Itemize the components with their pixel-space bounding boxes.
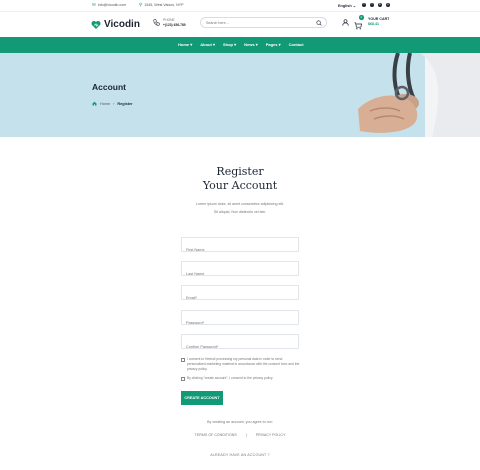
nav-label: Home (178, 42, 190, 47)
phone-text: PHONE +(123) 456-789 (163, 18, 186, 27)
last-name-field (181, 261, 299, 281)
phone-icon (153, 19, 160, 26)
page-title: Account (92, 82, 126, 92)
nav-item-pages[interactable]: Pages ▾ (266, 42, 281, 47)
privacy-policy-link[interactable]: PRIVACY POLICY (256, 433, 286, 437)
shopping-cart-icon (354, 22, 363, 30)
email-input[interactable] (182, 291, 298, 305)
location-pin-icon: ⚲ (139, 2, 143, 7)
already-have-account-link[interactable]: ALREADY HAVE AN ACCOUNT ? (0, 453, 480, 457)
consent-checkbox[interactable] (181, 357, 185, 362)
register-title: Register Your Account (0, 165, 480, 193)
register-subtitle-line2: Sit aliquid, Non distinctio vel iste. (213, 210, 267, 214)
search-icon[interactable] (316, 20, 322, 26)
confirm-password-field (181, 334, 299, 354)
nav-item-about[interactable]: About ▾ (200, 42, 215, 47)
nav-label: Shop (222, 42, 233, 47)
social-links: f t in p (362, 2, 390, 7)
register-subtitle: Lorem ipsum dolor, sit amet consectetur … (180, 200, 300, 216)
phone-number: +(123) 456-789 (163, 22, 186, 27)
register-title-line2: Your Account (202, 179, 278, 192)
nav-label: About (200, 42, 212, 47)
main-header: Vicodin PHONE +(123) 456-789 2 (0, 12, 480, 37)
twitter-icon[interactable]: t (370, 2, 374, 7)
terms-link[interactable]: TERMS OF CONDITIONS (195, 433, 237, 437)
logo-text: Vicodin (104, 19, 140, 30)
nav-label: Contact (288, 42, 304, 47)
terms-separator: | (245, 433, 247, 437)
first-name-input[interactable] (182, 243, 298, 257)
chevron-down-icon: ▾ (278, 42, 281, 47)
register-subtitle-line1: Lorem ipsum dolor, sit amet consectetur … (195, 202, 285, 206)
privacy-checkbox-row: By clicking "create account", I consent … (181, 376, 301, 381)
facebook-icon[interactable]: f (362, 2, 366, 7)
nav-item-news[interactable]: News ▾ (244, 42, 258, 47)
email-field (181, 285, 299, 305)
breadcrumb-separator-icon: › (113, 101, 115, 106)
nav-label: Pages (265, 42, 278, 47)
mail-icon: ✉ (92, 2, 96, 7)
main-nav: Home ▾ About ▾ Shop ▾ News ▾ Pages ▾ Con… (0, 37, 480, 53)
cart[interactable]: 2 YOUR CART $68.41 (354, 15, 389, 30)
header-phone[interactable]: PHONE +(123) 456-789 (153, 18, 186, 27)
linkedin-icon[interactable]: in (378, 2, 382, 7)
nav-label: News (244, 42, 255, 47)
phone-label: PHONE (163, 18, 175, 22)
doctor-stethoscope-image (358, 53, 480, 137)
last-name-input[interactable] (182, 267, 298, 281)
language-selector[interactable]: English ⌄ (338, 3, 356, 8)
user-icon[interactable] (342, 19, 349, 26)
heart-logo-icon (91, 20, 101, 29)
chevron-down-icon: ▾ (255, 42, 258, 47)
top-bar: ✉ info@vicodin.com ⚲ 1545, West Vaison, … (0, 0, 480, 12)
breadcrumb-home[interactable]: Home (100, 102, 110, 106)
password-field (181, 310, 299, 330)
home-icon (92, 101, 97, 106)
cart-icon-wrap: 2 (354, 15, 364, 30)
agree-text: By creating an account, you agree to our… (207, 420, 273, 424)
breadcrumb: Home › Register (92, 101, 133, 106)
nav-item-home[interactable]: Home ▾ (178, 42, 192, 47)
chevron-down-icon: ▾ (234, 42, 237, 47)
consent-checkbox-row: I consent to Herboil processing my perso… (181, 357, 301, 373)
privacy-text: By clicking "create account", I consent … (187, 376, 274, 380)
terms-links: TERMS OF CONDITIONS | PRIVACY POLICY (0, 433, 480, 437)
consent-text: I consent to Herboil processing my perso… (187, 357, 300, 372)
cart-count-badge: 2 (359, 15, 364, 20)
create-account-button[interactable]: CREATE ACCOUNT (181, 391, 223, 405)
top-email[interactable]: ✉ info@vicodin.com (92, 2, 127, 8)
nav-item-shop[interactable]: Shop ▾ (223, 42, 236, 47)
chevron-down-icon: ▾ (190, 42, 193, 47)
register-title-line1: Register (216, 165, 264, 178)
nav-item-contact[interactable]: Contact (289, 42, 304, 47)
search-box (200, 17, 327, 28)
search-input[interactable] (206, 19, 306, 27)
top-email-text: info@vicodin.com (97, 3, 127, 8)
page-hero: Account Home › Register (0, 53, 480, 137)
breadcrumb-current: Register (117, 101, 133, 106)
logo[interactable]: Vicodin (91, 19, 140, 30)
cart-text: YOUR CART $68.41 (368, 17, 389, 26)
language-label: English (338, 4, 352, 8)
password-input[interactable] (182, 316, 298, 330)
first-name-field (181, 237, 299, 257)
cart-total: $68.41 (368, 21, 379, 26)
chevron-down-icon: ⌄ (352, 4, 356, 8)
top-location: ⚲ 1545, West Vaison, NYP (139, 2, 184, 8)
privacy-checkbox[interactable] (181, 376, 185, 381)
confirm-password-input[interactable] (182, 340, 298, 354)
pinterest-icon[interactable]: p (386, 2, 390, 7)
top-location-text: 1545, West Vaison, NYP (144, 3, 184, 8)
chevron-down-icon: ▾ (212, 42, 215, 47)
